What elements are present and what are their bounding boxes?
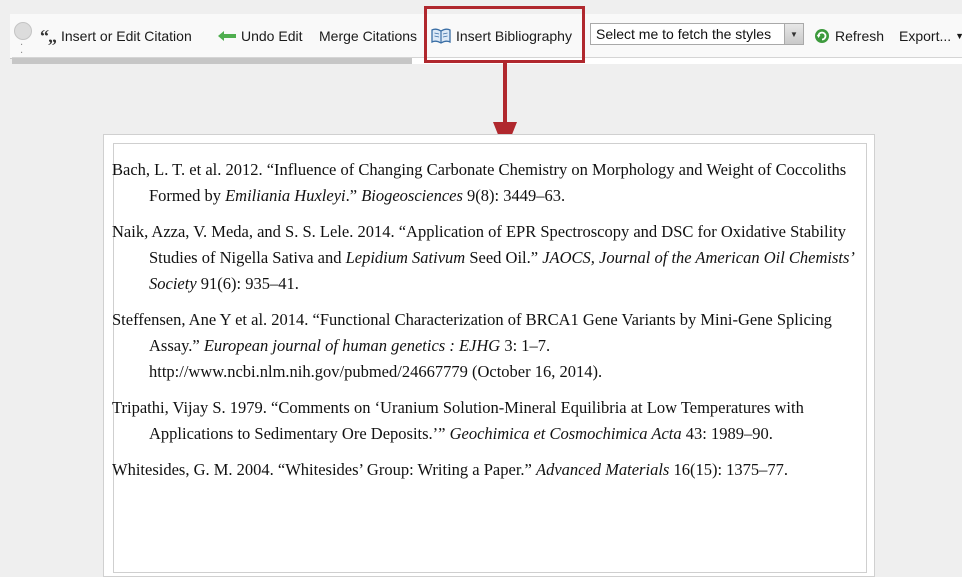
undo-edit-button[interactable]: Undo Edit [218, 24, 302, 48]
style-select-value: Select me to fetch the styles [596, 26, 772, 42]
toolbar-grip[interactable]: · · [10, 14, 36, 59]
bibliography-entry: Steffensen, Ane Y et al. 2014. “Function… [112, 307, 868, 385]
grip-dots-icon: · · [20, 40, 24, 59]
refresh-button[interactable]: Refresh [814, 24, 884, 48]
entry-text: 16(15): 1375–77. [669, 460, 789, 479]
bibliography-entry: Bach, L. T. et al. 2012. “Influence of C… [112, 157, 868, 209]
insert-citation-button[interactable]: “„ Insert or Edit Citation [40, 24, 192, 48]
entry-text: Whitesides, G. M. 2004. “Whitesides’ Gro… [112, 460, 536, 479]
bibliography: Bach, L. T. et al. 2012. “Influence of C… [112, 157, 868, 493]
entry-journal: Advanced Materials [535, 460, 670, 479]
entry-text: 9(8): 3449–63. [462, 186, 566, 205]
export-label: Export... [899, 28, 952, 44]
entry-text: 43: 1989–90. [681, 424, 773, 443]
bibliography-entry: Whitesides, G. M. 2004. “Whitesides’ Gro… [112, 457, 868, 483]
arrow-left-icon [218, 31, 236, 41]
toolbar-handle-icon [14, 22, 32, 40]
bibliography-entry: Tripathi, Vijay S. 1979. “Comments on ‘U… [112, 395, 868, 447]
merge-citations-button[interactable]: Merge Citations [319, 24, 417, 48]
entry-text: .” [345, 186, 362, 205]
bibliography-entry: Naik, Azza, V. Meda, and S. S. Lele. 201… [112, 219, 868, 297]
entry-italic: Lepidium Sativum [345, 248, 466, 267]
entry-text: 91(6): 935–41. [196, 274, 299, 293]
citation-style-select[interactable]: Select me to fetch the styles ▼ [590, 23, 804, 45]
scrollbar-thumb[interactable] [12, 58, 412, 64]
entry-italic: Emiliania Huxleyi [225, 186, 346, 205]
entry-journal: European journal of human genetics : EJH… [203, 336, 501, 355]
entry-text: Seed Oil.” [465, 248, 543, 267]
export-chevron-down-icon: ▼ [955, 31, 962, 41]
export-button[interactable]: Export... ▼ [899, 24, 962, 48]
undo-edit-label: Undo Edit [241, 28, 303, 44]
refresh-icon [814, 28, 830, 44]
entry-journal: Geochimica et Cosmochimica Acta [449, 424, 682, 443]
quote-icon: “„ [40, 25, 57, 46]
arrow-down-shaft [503, 63, 507, 123]
chevron-down-icon: ▼ [784, 24, 803, 44]
entry-journal: Biogeosciences [361, 186, 463, 205]
insert-citation-label: Insert or Edit Citation [61, 28, 192, 44]
refresh-label: Refresh [835, 28, 885, 44]
bibliography-highlight-box [424, 6, 585, 63]
merge-citations-label: Merge Citations [319, 28, 418, 44]
